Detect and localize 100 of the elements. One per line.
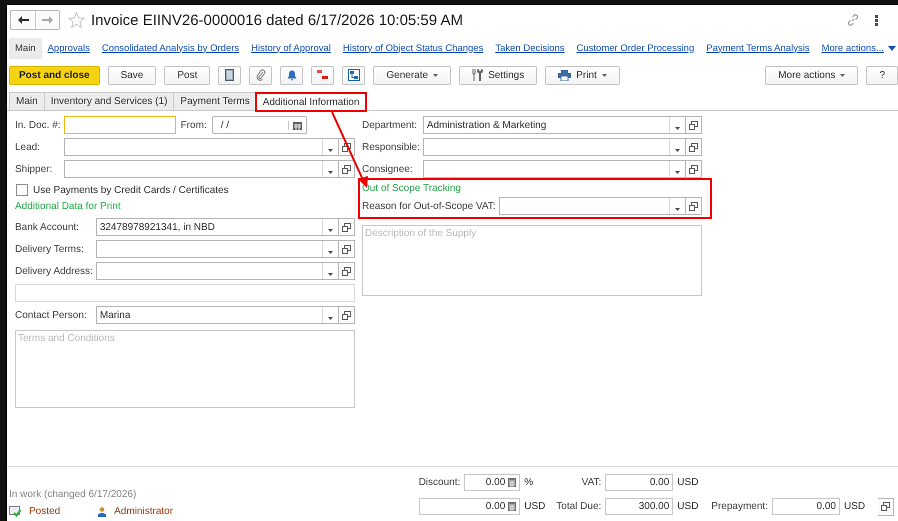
field-label: In. Doc. #: — [15, 120, 61, 130]
tab[interactable]: Additional Information — [256, 93, 366, 111]
right-arrow-icon — [42, 16, 53, 24]
status-text: In work (changed 6/17/2026) — [9, 489, 138, 500]
checkbox[interactable] — [16, 184, 28, 196]
text-area[interactable]: Terms and Conditions — [15, 330, 355, 408]
nav-link[interactable]: History of Object Status Changes — [336, 38, 490, 58]
input-field[interactable] — [64, 116, 176, 134]
attach-button[interactable] — [249, 66, 272, 84]
paperclip-icon — [256, 69, 266, 81]
open-button[interactable] — [339, 160, 355, 178]
tab[interactable]: Payment Terms — [173, 92, 257, 110]
field-label: Shipper: — [15, 164, 54, 174]
open-button[interactable] — [339, 240, 355, 258]
nav-link[interactable]: Taken Decisions — [489, 38, 571, 58]
user-icon — [98, 506, 106, 516]
select-field[interactable]: Administration & Marketing — [422, 116, 686, 134]
field-label: Lead: — [15, 142, 42, 152]
select-field[interactable]: Marina — [96, 306, 339, 324]
open-button[interactable] — [686, 116, 702, 134]
open-window-icon — [342, 310, 351, 320]
link-icon[interactable] — [847, 14, 859, 26]
field-label: Consignee: — [362, 164, 414, 174]
open-button[interactable] — [878, 498, 894, 516]
generate-button[interactable]: Generate — [373, 66, 452, 84]
print-button[interactable]: Print — [545, 66, 620, 84]
settings-button[interactable]: Settings — [459, 66, 538, 84]
date-field[interactable]: / / — [212, 116, 307, 134]
tab[interactable]: Inventory and Services (1) — [44, 92, 174, 110]
number-field[interactable]: 0.00 — [464, 474, 520, 492]
help-button[interactable]: ? — [866, 66, 898, 84]
field-label: Delivery Terms: — [15, 244, 85, 254]
open-button[interactable] — [686, 197, 702, 215]
printer-icon — [558, 70, 572, 80]
list-button[interactable] — [218, 66, 242, 84]
select-field[interactable]: 32478978921341, in NBD — [96, 218, 339, 236]
unit-label: USD — [677, 477, 700, 488]
toolbar-button[interactable]: Post — [164, 66, 210, 84]
caret-icon — [888, 46, 896, 50]
nav-link[interactable]: Main — [9, 38, 42, 58]
open-button[interactable] — [686, 160, 702, 178]
author-link[interactable]: Administrator — [114, 506, 174, 517]
open-window-icon — [689, 164, 698, 174]
field-label: Prepayment: — [711, 501, 768, 512]
caret-icon — [602, 74, 607, 76]
nav-link[interactable]: Approvals — [42, 38, 96, 58]
reminder-button[interactable] — [280, 66, 304, 84]
number-field[interactable]: 0.00 — [418, 498, 520, 516]
open-window-icon — [342, 142, 351, 152]
journal-button[interactable] — [311, 66, 334, 84]
document-icon — [225, 69, 234, 81]
more-actions-button[interactable]: More actions — [765, 66, 858, 84]
select-field[interactable] — [498, 197, 686, 215]
posted-document-icon — [9, 506, 21, 517]
text-area[interactable]: Description of the Supply — [362, 225, 702, 296]
open-window-icon — [342, 164, 351, 174]
tools-icon — [472, 69, 484, 81]
select-field[interactable] — [96, 240, 339, 258]
field-label: Reason for Out-of-Scope VAT: — [362, 200, 496, 212]
open-button[interactable] — [339, 262, 355, 280]
toolbar-button[interactable]: Save — [108, 66, 156, 84]
open-window-icon — [342, 222, 351, 232]
unit-label: USD — [844, 501, 866, 512]
state-link[interactable]: Posted — [29, 506, 60, 517]
structure-button[interactable] — [342, 66, 366, 84]
calculator-icon — [508, 502, 516, 512]
field-label: Discount: — [418, 477, 460, 488]
number-field[interactable]: 0.00 — [605, 474, 674, 492]
post-and-close-button[interactable]: Post and close — [9, 66, 100, 84]
select-field[interactable] — [64, 160, 339, 178]
field-label: From: — [180, 120, 207, 130]
nav-link[interactable]: Customer Order Processing — [570, 38, 700, 58]
field-label: Delivery Address: — [15, 266, 93, 276]
more-actions-link[interactable]: More actions... — [816, 38, 898, 58]
nav-link[interactable]: Consolidated Analysis by Orders — [96, 38, 246, 58]
select-field[interactable] — [96, 262, 339, 280]
nav-link[interactable]: History of Approval — [245, 38, 337, 58]
number-field[interactable]: 300.00 — [605, 498, 674, 516]
field-label: VAT: — [580, 477, 602, 488]
back-button[interactable] — [11, 11, 35, 29]
tab[interactable]: Main — [9, 92, 45, 110]
nav-link[interactable]: Payment Terms Analysis — [700, 38, 816, 58]
menu-icon[interactable] — [875, 14, 878, 26]
input-field[interactable] — [15, 284, 355, 302]
open-window-icon — [342, 244, 351, 254]
star-icon[interactable] — [68, 12, 85, 28]
calculator-icon — [508, 478, 516, 488]
unit-label: % — [524, 477, 534, 488]
caret-icon — [840, 74, 846, 76]
open-button[interactable] — [686, 138, 702, 156]
number-field[interactable]: 0.00 — [772, 498, 840, 516]
left-arrow-icon — [18, 16, 28, 24]
open-button[interactable] — [339, 306, 355, 324]
window-title: Invoice EIINV26-0000016 dated 6/17/2026 10:05:59 AM — [91, 12, 463, 28]
hierarchy-icon — [348, 69, 360, 81]
open-button[interactable] — [339, 218, 355, 236]
select-field[interactable] — [422, 160, 686, 178]
open-window-icon — [689, 120, 698, 130]
select-field[interactable] — [422, 138, 686, 156]
select-field[interactable] — [64, 138, 339, 156]
